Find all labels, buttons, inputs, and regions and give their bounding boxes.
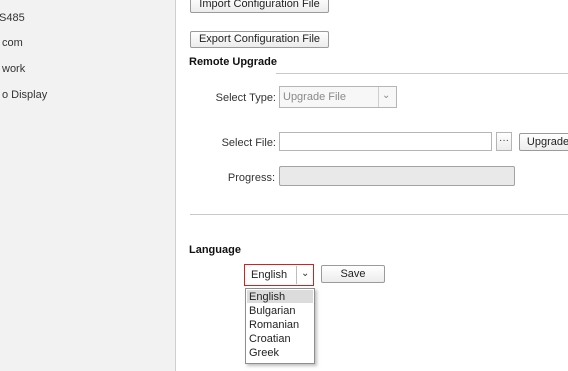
select-file-label: Select File: — [221, 137, 276, 149]
language-title: Language — [189, 244, 241, 256]
sidebar-item-rs485[interactable]: S485 — [0, 10, 175, 26]
language-option[interactable]: Romanian — [249, 318, 299, 332]
sidebar-item-label: work — [2, 63, 26, 75]
sidebar-item-video-display[interactable]: o Display — [0, 87, 175, 103]
language-option[interactable]: Croatian — [249, 332, 291, 346]
language-option[interactable]: English — [249, 290, 285, 304]
sidebar-item-label: com — [2, 37, 23, 49]
progress-bar — [279, 166, 515, 186]
section-divider — [190, 214, 568, 215]
section-divider — [276, 73, 568, 74]
language-option[interactable]: Greek — [249, 346, 279, 360]
import-config-button[interactable]: Import Configuration File — [190, 0, 329, 13]
export-config-button[interactable]: Export Configuration File — [190, 31, 329, 48]
sidebar-item-wiegand-com[interactable]: com — [0, 35, 175, 51]
sidebar-item-network[interactable]: work — [0, 61, 175, 77]
browse-file-button[interactable]: ··· — [496, 132, 512, 151]
main-panel: Import Configuration File Export Configu… — [176, 0, 568, 371]
select-type-value: Upgrade File — [283, 91, 346, 103]
sidebar-item-label: o Display — [2, 89, 48, 101]
sidebar-item-label: S485 — [0, 12, 25, 24]
upgrade-button[interactable]: Upgrade — [519, 133, 568, 151]
language-dropdown-list: English Bulgarian Romanian Croatian Gree… — [245, 288, 315, 364]
language-option[interactable]: Bulgarian — [249, 304, 295, 318]
chevron-down-icon: ⌄ — [301, 268, 310, 279]
remote-upgrade-title: Remote Upgrade — [189, 56, 278, 68]
language-selected-value: English — [251, 269, 288, 281]
sidebar: S485 com work o Display — [0, 0, 176, 371]
progress-label: Progress: — [227, 172, 275, 184]
select-type-dropdown[interactable]: Upgrade File ⌄ — [279, 86, 397, 108]
select-file-input[interactable] — [279, 132, 492, 151]
save-button[interactable]: Save — [321, 265, 385, 283]
language-select[interactable]: English ⌄ — [244, 264, 314, 286]
select-type-label: Select Type: — [215, 92, 276, 104]
chevron-down-icon: ⌄ — [382, 90, 391, 101]
